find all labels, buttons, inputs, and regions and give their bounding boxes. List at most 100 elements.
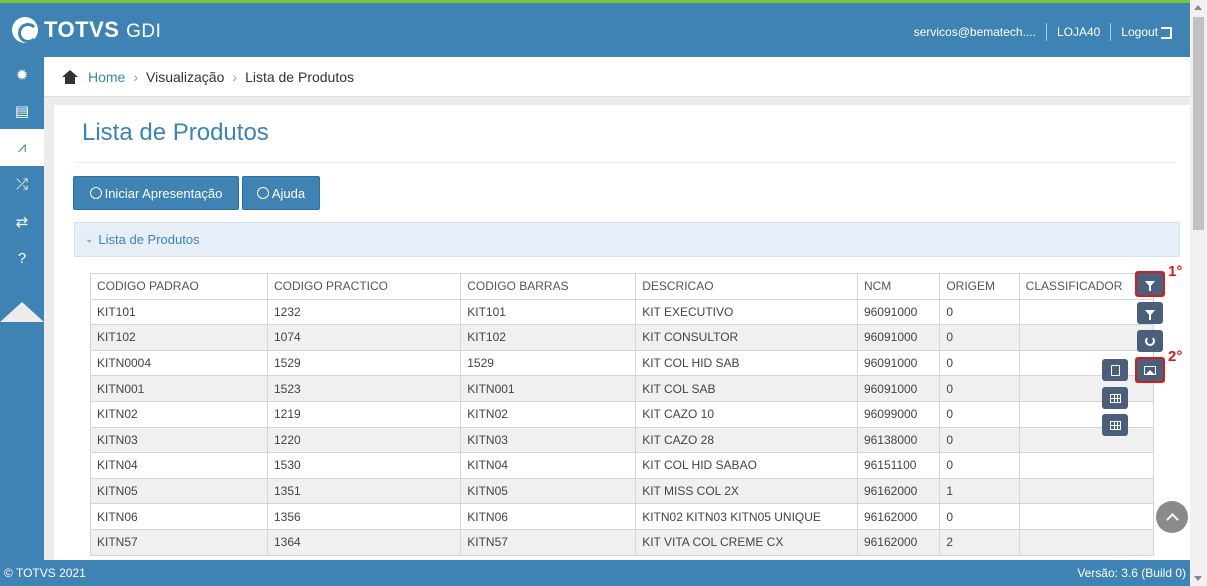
sidebar: ✹ ▤ ⩘ ⤮ ⇄ ? xyxy=(0,57,44,560)
help-button[interactable]: Ajuda xyxy=(242,176,320,210)
sidebar-item-help[interactable]: ? xyxy=(0,240,44,277)
breadcrumb-visualizacao[interactable]: Visualização xyxy=(146,69,224,85)
table-row[interactable]: KITN02 1219 KITN02 KIT CAZO 10 96099000 0 xyxy=(90,400,1155,428)
filter-clear-icon xyxy=(1145,310,1155,320)
panel-title: Lista de Produtos xyxy=(98,232,200,247)
table-cell: 96138000 xyxy=(856,426,941,454)
table-cell: KITN04 xyxy=(90,452,268,479)
panel-header[interactable]: ⌄ Lista de Produtos xyxy=(74,222,1180,257)
scroll-up-arrow-icon[interactable] xyxy=(1194,5,1202,10)
table-cell: KITN02 KITN03 KITN05 UNIQUE xyxy=(635,503,858,530)
table-cell: KITN0004 xyxy=(90,349,268,377)
play-circle-icon xyxy=(89,187,102,199)
table-cell: 96091000 xyxy=(856,298,941,326)
column-header[interactable]: CODIGO PADRAO xyxy=(90,273,268,300)
clear-filter-button[interactable] xyxy=(1137,302,1163,324)
products-table: CODIGO PADRAO CODIGO PRACTICO CODIGO BARRA… xyxy=(90,273,1155,556)
table-cell: 96162000 xyxy=(856,477,941,505)
copyright-text: © TOTVS 2021 xyxy=(4,566,86,580)
image-icon xyxy=(1144,365,1156,375)
footer: © TOTVS 2021 Versão: 3.6 (Build 0) xyxy=(0,560,1190,586)
logout-link[interactable]: Logout xyxy=(1121,25,1172,39)
table-cell: 96099000 xyxy=(856,400,941,428)
table-cell xyxy=(1018,503,1155,530)
table-cell: KIT COL SAB xyxy=(635,375,858,402)
column-header[interactable]: ORIGEM xyxy=(939,273,1020,300)
table-cell: KITN57 xyxy=(460,528,637,556)
question-circle-icon xyxy=(256,187,269,199)
main-content: Lista de Produtos Iniciar Apresentação A… xyxy=(54,105,1190,560)
table-cell: 0 xyxy=(939,503,1020,530)
totvs-logo-icon xyxy=(12,17,38,43)
sidebar-item-settings[interactable]: ✹ xyxy=(0,57,44,92)
table-cell: KITN02 xyxy=(460,400,637,428)
step-2-label: 2° xyxy=(1168,348,1183,365)
table-cell: 96091000 xyxy=(856,324,941,351)
scroll-down-arrow-icon[interactable] xyxy=(1194,576,1202,581)
brand-name: TOTVS GDI xyxy=(44,17,162,42)
table-cell xyxy=(1018,324,1155,351)
chevron-up-icon xyxy=(1165,512,1179,526)
table-row[interactable]: KIT102 1074 KIT102 KIT CONSULTOR 96091000 0 xyxy=(90,324,1155,351)
brand[interactable]: TOTVS GDI xyxy=(12,17,161,43)
table-cell: 1529 xyxy=(460,349,637,377)
sidebar-item-shuffle[interactable]: ⤮ xyxy=(0,166,44,203)
home-icon[interactable] xyxy=(62,69,78,84)
sidebar-item-reports[interactable]: ▤ xyxy=(0,92,44,129)
gear-icon: ✹ xyxy=(15,66,29,84)
table-cell: 1351 xyxy=(266,477,462,505)
table-cell: KIT CAZO 10 xyxy=(635,400,858,428)
table-row[interactable]: KITN0004 1529 1529 KIT COL HID SAB 96091000 0 xyxy=(90,349,1155,377)
table-cell: 1523 xyxy=(266,375,462,402)
column-header[interactable]: CODIGO PRACTICO xyxy=(266,273,462,300)
column-header[interactable]: CLASSIFICADOR xyxy=(1018,273,1155,300)
vertical-scrollbar[interactable] xyxy=(1190,0,1207,586)
table-cell: KIT MISS COL 2X xyxy=(635,477,858,505)
column-header[interactable]: DESCRICAO xyxy=(635,273,858,300)
scrollbar-thumb[interactable] xyxy=(1193,17,1204,230)
table-row[interactable]: KITN04 1530 KITN04 KIT COL HID SABAO 9615110… xyxy=(90,452,1155,479)
table-cell: 1529 xyxy=(266,349,462,377)
table-row[interactable]: KITN06 1356 KITN06 KITN02 KITN03 KITN05 UNI… xyxy=(90,503,1155,530)
table-row[interactable]: KITN05 1351 KITN05 KIT MISS COL 2X 96162000 1 xyxy=(90,477,1155,505)
export-pdf-button[interactable] xyxy=(1102,359,1128,381)
chart-icon: ⩘ xyxy=(17,139,27,156)
start-presentation-button[interactable]: Iniciar Apresentação xyxy=(73,176,239,210)
export-csv-button[interactable] xyxy=(1102,414,1128,436)
table-cell: KITN001 xyxy=(90,375,268,402)
filter-button[interactable] xyxy=(1135,271,1165,297)
export-image-button[interactable] xyxy=(1135,357,1165,383)
table-cell: 2 xyxy=(939,528,1020,556)
user-area: servicos@bematech.... LOJA40 Logout xyxy=(914,23,1172,41)
version-text: Versão: 3.6 (Build 0) xyxy=(1077,566,1186,580)
table-cell: KIT COL HID SABAO xyxy=(635,452,858,479)
sidebar-item-exchange[interactable]: ⇄ xyxy=(0,203,44,240)
divider xyxy=(1045,23,1047,41)
column-header[interactable]: CODIGO BARRAS xyxy=(460,273,637,300)
table-cell: 96151100 xyxy=(856,452,941,479)
table-cell: 1356 xyxy=(266,503,462,530)
sidebar-item-charts[interactable]: ⩘ xyxy=(0,129,44,166)
filter-icon xyxy=(1145,281,1155,291)
table-row[interactable]: KITN001 1523 KITN001 KIT COL SAB 96091000 0 xyxy=(90,375,1155,402)
table-cell: KITN001 xyxy=(460,375,637,402)
scroll-to-top-button[interactable] xyxy=(1156,501,1188,533)
export-excel-button[interactable] xyxy=(1102,387,1128,409)
breadcrumb-home[interactable]: Home xyxy=(88,69,125,85)
table-row[interactable]: KITN03 1220 KITN03 KIT CAZO 28 96138000 0 xyxy=(90,426,1155,454)
table-cell: KIT101 xyxy=(460,298,637,326)
table-cell: KIT101 xyxy=(90,298,268,326)
top-navbar: TOTVS GDI servicos@bematech.... LOJA40 L… xyxy=(0,3,1190,57)
divider xyxy=(1110,23,1112,41)
table-cell: KIT102 xyxy=(90,324,268,351)
table-cell xyxy=(1018,477,1155,505)
column-header[interactable]: NCM xyxy=(856,273,941,300)
table-cell: 0 xyxy=(939,426,1020,454)
store-link[interactable]: LOJA40 xyxy=(1057,25,1100,39)
table-cell xyxy=(1018,528,1155,556)
refresh-button[interactable] xyxy=(1137,330,1163,352)
table-row[interactable]: KITN57 1364 KITN57 KIT VITA COL CREME CX 961… xyxy=(90,528,1155,556)
user-email-link[interactable]: servicos@bematech.... xyxy=(914,25,1036,39)
table-cell: KIT VITA COL CREME CX xyxy=(635,528,858,556)
table-row[interactable]: KIT101 1232 KIT101 KIT EXECUTIVO 96091000 0 xyxy=(90,298,1155,326)
